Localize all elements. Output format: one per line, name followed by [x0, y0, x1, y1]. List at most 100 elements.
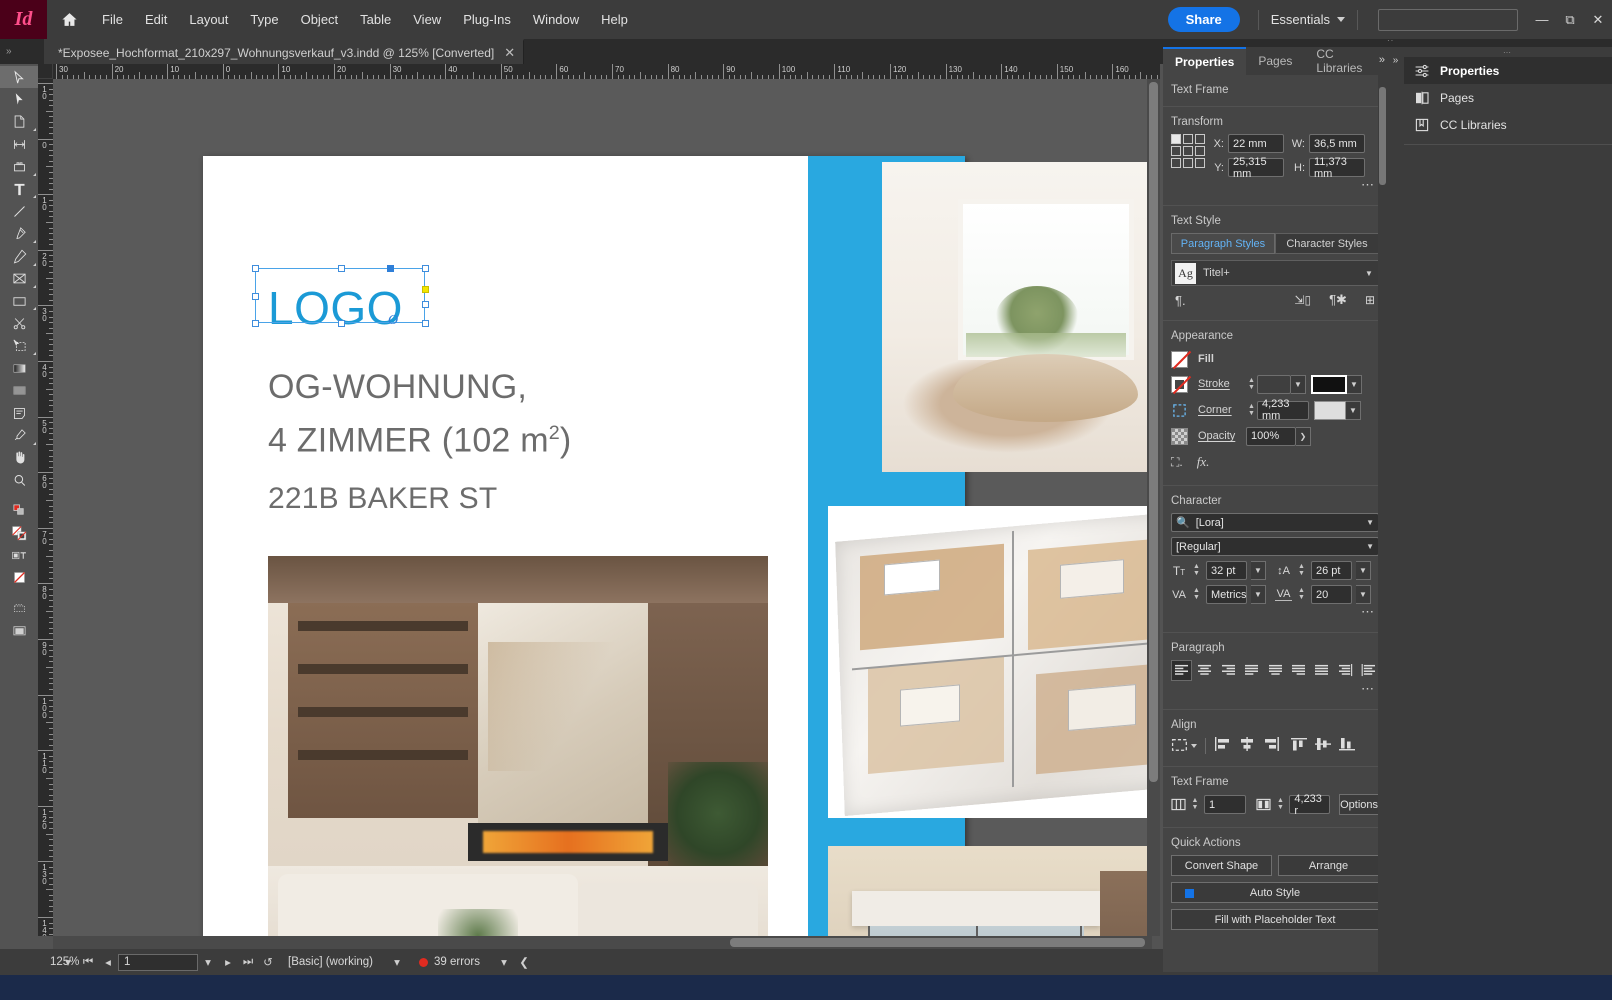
selection-tool[interactable]: [0, 66, 38, 89]
gradient-feather-tool[interactable]: [0, 379, 38, 401]
dock-grip[interactable]: ⋯: [1404, 47, 1612, 57]
opacity-dropdown-icon[interactable]: ❯: [1296, 426, 1311, 446]
close-icon[interactable]: ✕: [504, 45, 515, 61]
address-text[interactable]: 221B BAKER ST: [268, 482, 497, 516]
font-size-stepper[interactable]: ▲ ▼: [1191, 563, 1202, 577]
panel-menu-icon[interactable]: »: [1379, 54, 1385, 66]
resize-handle-ne[interactable]: [422, 265, 429, 272]
zoom-tool[interactable]: [0, 469, 38, 491]
panel-scroll-thumb[interactable]: [1379, 87, 1386, 185]
ruler-origin[interactable]: [38, 64, 53, 79]
status-collapse-icon[interactable]: ❮: [514, 955, 534, 969]
align-top-edges-button[interactable]: [1290, 737, 1308, 754]
paragraph-style-selector[interactable]: Ag Titel+ ▼: [1171, 260, 1379, 286]
font-size-dropdown-icon[interactable]: ▼: [1251, 561, 1266, 580]
opacity-label[interactable]: Opacity: [1198, 430, 1246, 442]
fill-swatch-none-icon[interactable]: [1171, 350, 1188, 368]
justify-all-button[interactable]: [1312, 660, 1332, 681]
align-center-button[interactable]: [1195, 660, 1215, 681]
menu-table[interactable]: Table: [349, 0, 402, 39]
content-collector-tool[interactable]: [0, 156, 38, 178]
justify-right-button[interactable]: [1288, 660, 1308, 681]
apply-color-swap-icon[interactable]: [0, 499, 38, 521]
opacity-row[interactable]: Opacity 100% ❯: [1171, 425, 1379, 447]
align-left-button[interactable]: [1171, 660, 1192, 681]
workspace-switcher[interactable]: Essentials: [1265, 12, 1351, 27]
resize-handle-se[interactable]: [422, 320, 429, 327]
canvas-horizontal-scrollbar[interactable]: [53, 936, 1152, 949]
resize-handle-w[interactable]: [252, 293, 259, 300]
kerning-stepper[interactable]: ▲ ▼: [1191, 587, 1202, 601]
corner-row[interactable]: Corner ▲ ▼ 4,233 mm ▼: [1171, 398, 1379, 422]
gutter-field[interactable]: 4,233 r: [1289, 793, 1331, 817]
horizontal-scroll-thumb[interactable]: [730, 938, 1145, 947]
menu-type[interactable]: Type: [239, 0, 289, 39]
character-more-options-icon[interactable]: ⋯: [1171, 604, 1379, 620]
resize-handle-ne-active[interactable]: [387, 265, 394, 272]
pencil-tool[interactable]: [0, 245, 38, 267]
leading-field[interactable]: 26 pt: [1311, 561, 1352, 580]
search-input[interactable]: [1378, 8, 1518, 31]
x-field[interactable]: 22 mm: [1228, 134, 1284, 153]
bullets-numbering-icon[interactable]: ⊞: [1365, 293, 1375, 307]
dock-item-cc-libraries[interactable]: CC Libraries: [1404, 111, 1612, 138]
document-canvas[interactable]: LOGO O OG-WOHNUNG, 4 ZIMMER (102 m2) 221…: [53, 79, 1152, 936]
left-dock-grip[interactable]: »: [0, 39, 44, 64]
corner-options-icon[interactable]: [1171, 402, 1188, 419]
canvas-vertical-scrollbar[interactable]: [1147, 79, 1160, 936]
last-page-icon[interactable]: ⏭: [238, 956, 258, 969]
exterior-house-photo[interactable]: [828, 846, 1152, 936]
font-size-field[interactable]: 32 pt: [1206, 561, 1247, 580]
menu-window[interactable]: Window: [522, 0, 590, 39]
floorplan-3d-photo[interactable]: [828, 506, 1152, 818]
share-button[interactable]: Share: [1167, 7, 1240, 32]
document-page[interactable]: LOGO O OG-WOHNUNG, 4 ZIMMER (102 m2) 221…: [203, 156, 1152, 936]
type-tool[interactable]: [0, 178, 38, 200]
character-styles-tab[interactable]: Character Styles: [1275, 233, 1379, 254]
corner-stepper[interactable]: ▲ ▼: [1246, 403, 1257, 417]
horizontal-ruler[interactable]: 30 20 10 0 10 20 30 40 50 60 70 80 90 100 110 120 130 140…: [38, 64, 1160, 79]
align-toward-spine-button[interactable]: [1335, 660, 1355, 681]
document-tab[interactable]: *Exposee_Hochformat_210x297_Wohnungsverk…: [44, 39, 525, 64]
tracking-dropdown-icon[interactable]: ▼: [1356, 585, 1371, 604]
clear-overrides-icon[interactable]: ¶✱: [1329, 292, 1347, 308]
menu-file[interactable]: File: [91, 0, 134, 39]
align-to-selection-icon[interactable]: [1171, 738, 1197, 753]
text-outport-icon[interactable]: O: [388, 313, 398, 329]
stroke-swatch-none-icon[interactable]: [1171, 375, 1188, 393]
zoom-dropdown-icon[interactable]: ▾: [58, 955, 78, 969]
menu-object[interactable]: Object: [290, 0, 350, 39]
chevron-down-icon[interactable]: ▼: [1360, 269, 1378, 278]
resize-handle-n[interactable]: [338, 265, 345, 272]
w-field[interactable]: 36,5 mm: [1309, 134, 1365, 153]
gutter-stepper[interactable]: ▲ ▼: [1275, 797, 1285, 811]
fill-stroke-swatches[interactable]: [0, 522, 38, 544]
vertical-ruler[interactable]: 1001020304050607080901001101201301401501…: [38, 79, 53, 936]
menu-layout[interactable]: Layout: [178, 0, 239, 39]
bathroom-photo[interactable]: [882, 162, 1152, 472]
prev-page-icon[interactable]: ◂: [98, 955, 118, 969]
corner-shape-dropdown-icon[interactable]: ▼: [1346, 400, 1361, 420]
corner-shape-well[interactable]: [1314, 400, 1346, 420]
zoom-level-label[interactable]: 125%: [0, 956, 79, 968]
tab-pages[interactable]: Pages: [1246, 47, 1304, 75]
reference-point-proxy[interactable]: [1171, 134, 1205, 168]
fill-placeholder-text-button[interactable]: Fill with Placeholder Text: [1171, 909, 1379, 930]
corner-value-field[interactable]: 4,233 mm: [1257, 398, 1309, 422]
tab-cc-libraries[interactable]: CC Libraries: [1304, 47, 1387, 75]
new-style-icon[interactable]: ⇲▯: [1294, 293, 1311, 307]
preflight-icon[interactable]: ↺: [258, 955, 278, 969]
note-tool[interactable]: [0, 402, 38, 424]
next-page-icon[interactable]: ▸: [218, 955, 238, 969]
chevron-down-icon[interactable]: ▼: [1366, 542, 1374, 551]
corner-radius-handle[interactable]: [422, 286, 429, 293]
menu-edit[interactable]: Edit: [134, 0, 178, 39]
first-page-icon[interactable]: ⏮: [78, 956, 98, 969]
living-room-photo[interactable]: [268, 556, 768, 936]
scissors-tool[interactable]: [0, 312, 38, 334]
preflight-profile-label[interactable]: [Basic] (working): [288, 956, 373, 968]
paragraph-styles-tab[interactable]: Paragraph Styles: [1171, 233, 1275, 254]
panel-scrollbar[interactable]: [1378, 75, 1387, 972]
dock-item-pages[interactable]: Pages: [1404, 84, 1612, 111]
h-field[interactable]: 11,373 mm: [1309, 156, 1365, 180]
